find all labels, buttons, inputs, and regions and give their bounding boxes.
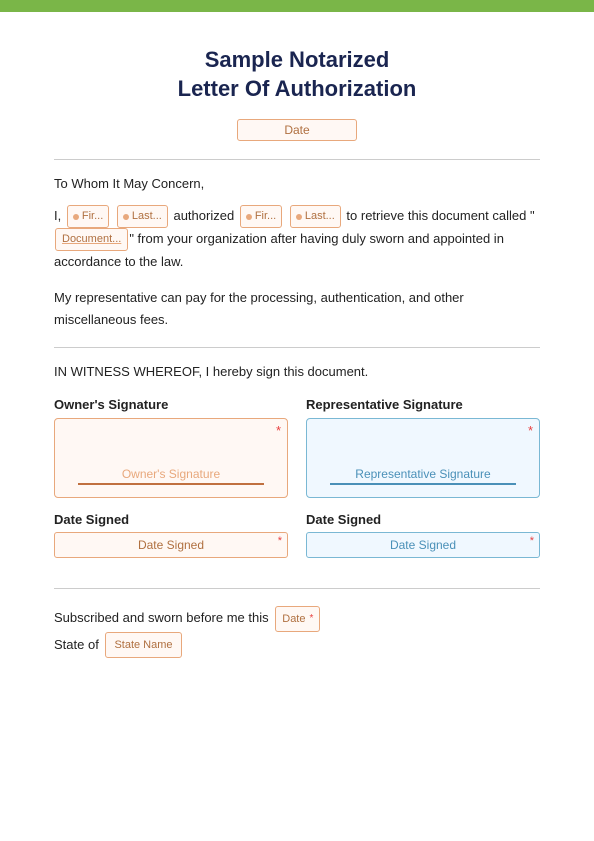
subscribed-date-field[interactable]: Date * (275, 606, 320, 632)
rep-date-col: Date Signed Date Signed * (306, 512, 540, 558)
owner-sig-label: Owner's Signature (54, 397, 288, 412)
subscribed-date-required: * (310, 609, 314, 629)
owner-date-placeholder: Date Signed (138, 538, 204, 552)
rep-sig-placeholder: Representative Signature (330, 467, 516, 485)
rep-first-field[interactable]: Fir... (240, 205, 282, 228)
state-name-field[interactable]: State Name (105, 632, 181, 658)
field-dot (123, 214, 129, 220)
rep-sig-col: Representative Signature * Representativ… (306, 397, 540, 498)
date-signed-section: Date Signed Date Signed * Date Signed Da… (54, 512, 540, 558)
rep-sig-inner: Representative Signature (330, 467, 516, 485)
rep-date-required: * (530, 535, 534, 547)
rep-sig-label: Representative Signature (306, 397, 540, 412)
misc-text: My representative can pay for the proces… (54, 287, 540, 331)
rep-date-placeholder: Date Signed (390, 538, 456, 552)
body-paragraph: I, Fir... Last... authorized Fir... Last… (54, 205, 540, 273)
rep-sig-box[interactable]: * Representative Signature (306, 418, 540, 498)
witness-text: IN WITNESS WHEREOF, I hereby sign this d… (54, 364, 540, 379)
owner-last-field[interactable]: Last... (117, 205, 168, 228)
field-dot (296, 214, 302, 220)
owner-date-required: * (278, 535, 282, 547)
divider-1 (54, 159, 540, 160)
owner-date-label: Date Signed (54, 512, 288, 527)
subscribed-line2: State of State Name (54, 632, 540, 659)
divider-3 (54, 588, 540, 589)
owner-date-input[interactable]: Date Signed * (54, 532, 288, 558)
divider-2 (54, 347, 540, 348)
field-dot (73, 214, 79, 220)
owner-first-field[interactable]: Fir... (67, 205, 109, 228)
owner-sig-inner: Owner's Signature (78, 467, 264, 485)
green-bar (0, 0, 594, 12)
document-field[interactable]: Document... (55, 228, 128, 251)
owner-date-col: Date Signed Date Signed * (54, 512, 288, 558)
owner-sig-box[interactable]: * Owner's Signature (54, 418, 288, 498)
salutation: To Whom It May Concern, (54, 176, 540, 191)
page-title: Sample Notarized Letter Of Authorization (54, 46, 540, 103)
subscribed-section: Subscribed and sworn before me this Date… (54, 605, 540, 658)
date-field-wrapper: Date (54, 119, 540, 141)
rep-date-label: Date Signed (306, 512, 540, 527)
owner-sig-col: Owner's Signature * Owner's Signature (54, 397, 288, 498)
owner-sig-required: * (276, 423, 281, 438)
signature-section: Owner's Signature * Owner's Signature Re… (54, 397, 540, 498)
field-dot (246, 214, 252, 220)
subscribed-line1: Subscribed and sworn before me this Date… (54, 605, 540, 632)
owner-sig-placeholder: Owner's Signature (78, 467, 264, 485)
rep-date-input[interactable]: Date Signed * (306, 532, 540, 558)
rep-last-field[interactable]: Last... (290, 205, 341, 228)
rep-sig-required: * (528, 423, 533, 438)
date-input[interactable]: Date (237, 119, 357, 141)
